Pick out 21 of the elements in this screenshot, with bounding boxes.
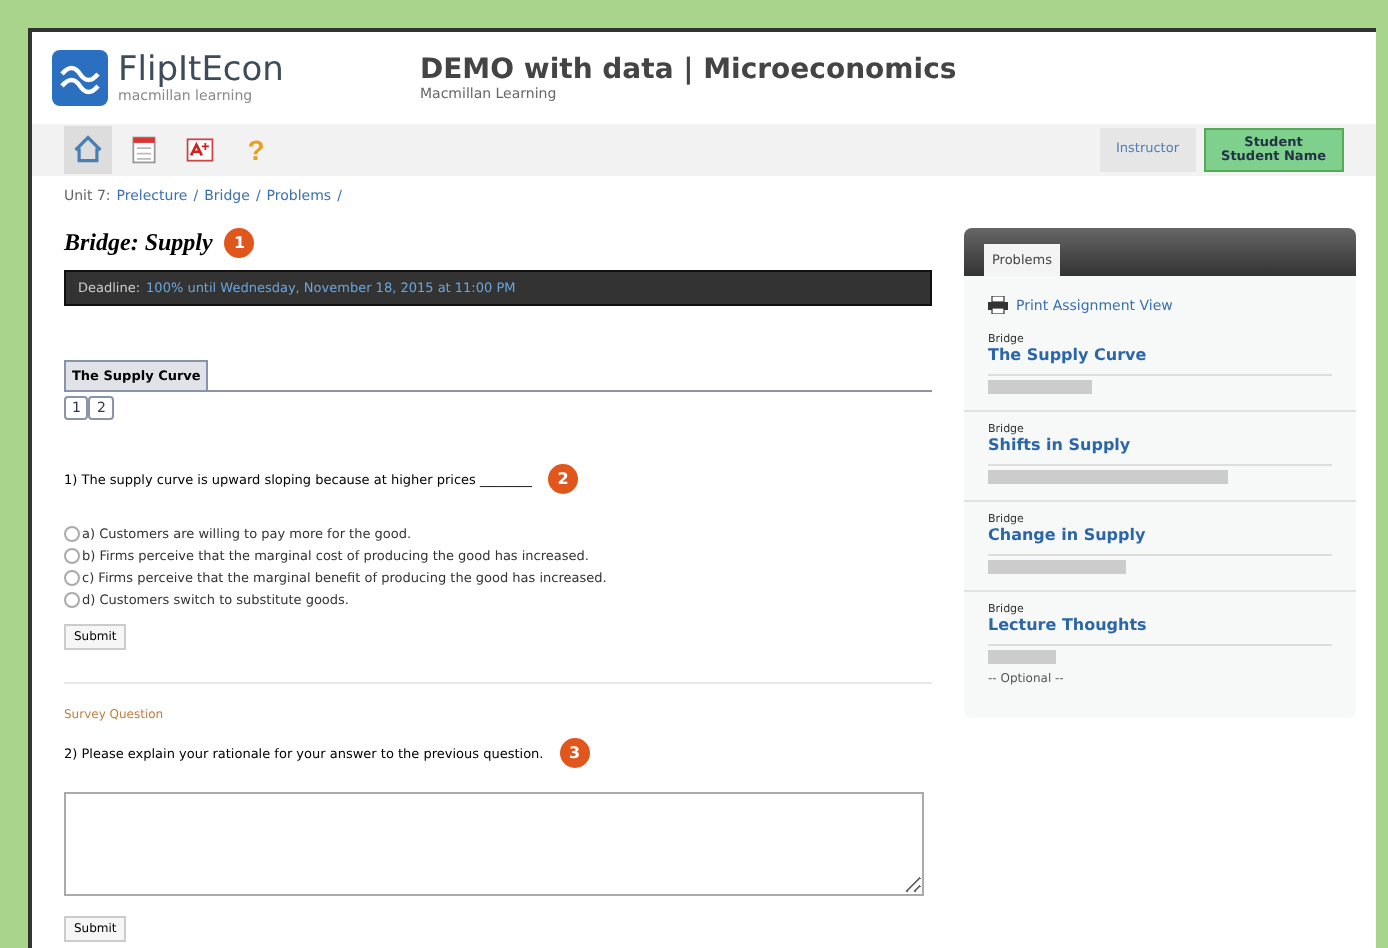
home-icon[interactable] bbox=[72, 134, 104, 166]
radio-button[interactable] bbox=[64, 569, 80, 585]
grade-icon[interactable] bbox=[184, 134, 216, 166]
radio-button[interactable] bbox=[64, 525, 80, 541]
answer-box[interactable] bbox=[64, 792, 924, 896]
assignment-link[interactable]: Lecture Thoughts bbox=[988, 616, 1332, 634]
assignment-link[interactable]: Shifts in Supply bbox=[988, 436, 1332, 454]
step-badge: 2 bbox=[548, 464, 579, 494]
course-title: DEMO with data | Microeconomics bbox=[420, 54, 957, 86]
calendar-icon[interactable] bbox=[128, 134, 160, 166]
step-badge: 1 bbox=[224, 228, 255, 258]
assignment-link[interactable]: The Supply Curve bbox=[988, 346, 1332, 364]
radio-button[interactable] bbox=[64, 547, 80, 563]
step-badge: 3 bbox=[559, 738, 590, 768]
logo-icon bbox=[52, 50, 108, 106]
page-title: Bridge: Supply bbox=[64, 228, 213, 258]
home-button[interactable] bbox=[64, 126, 112, 174]
printer-icon bbox=[988, 296, 1008, 314]
radio-button[interactable] bbox=[64, 591, 80, 607]
assignment-link[interactable]: Change in Supply bbox=[988, 526, 1332, 544]
brand-name: FlipItEcon bbox=[118, 53, 284, 87]
